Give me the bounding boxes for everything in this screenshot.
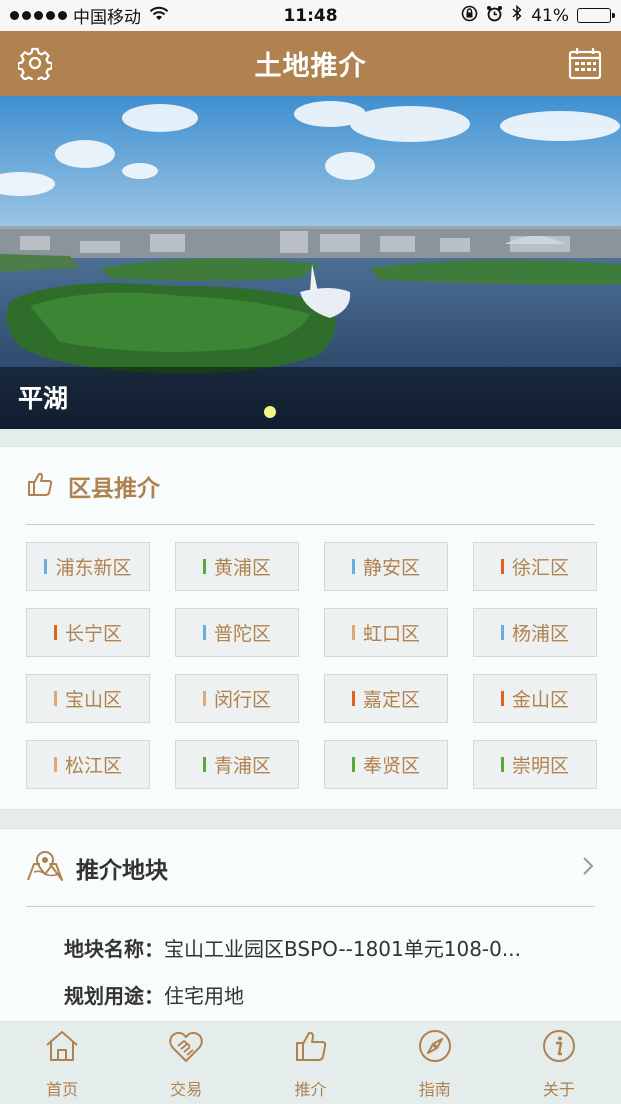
district-color-marker	[351, 559, 355, 574]
parcel-use-key: 规划用途：	[64, 984, 164, 1008]
district-button[interactable]: 青浦区	[175, 740, 299, 789]
district-button[interactable]: 杨浦区	[473, 608, 597, 657]
district-button[interactable]: 松江区	[26, 740, 150, 789]
district-section-title: 区县推介	[68, 475, 160, 502]
parcel-name-row[interactable]: 地块名称：宝山工业园区BSPO--1801单元108-0...	[64, 933, 521, 962]
district-button[interactable]: 长宁区	[26, 608, 150, 657]
district-color-marker	[351, 625, 355, 640]
parcel-section-header[interactable]: 推介地块	[26, 829, 595, 907]
district-color-marker	[500, 559, 504, 574]
district-color-marker	[202, 559, 206, 574]
district-color-marker	[202, 757, 206, 772]
tab-guide[interactable]: 指南	[373, 1022, 497, 1104]
parcel-name-key: 地块名称：	[64, 937, 164, 961]
district-label: 奉贤区	[362, 755, 420, 777]
nav-bar: 土地推介	[0, 31, 621, 96]
tab-about[interactable]: 关于	[497, 1022, 621, 1104]
district-label: 青浦区	[213, 755, 271, 777]
home-icon	[44, 1028, 80, 1068]
district-label: 黄浦区	[213, 557, 271, 579]
district-label: 宝山区	[64, 689, 122, 711]
district-label: 杨浦区	[511, 623, 569, 645]
district-color-marker	[53, 625, 57, 640]
compass-icon	[417, 1028, 453, 1068]
alarm-icon	[486, 5, 503, 27]
district-label: 长宁区	[64, 623, 122, 645]
district-button[interactable]: 金山区	[473, 674, 597, 723]
district-button[interactable]: 崇明区	[473, 740, 597, 789]
district-button[interactable]: 嘉定区	[324, 674, 448, 723]
parcel-section-title: 推介地块	[76, 857, 168, 884]
gear-icon[interactable]	[17, 45, 53, 81]
district-grid: 浦东新区 黄浦区 静安区 徐汇区长宁区 普陀区 虹口区 杨浦区宝山区 闵行区 嘉定区 金山区松江区…	[26, 542, 597, 789]
district-button[interactable]: 静安区	[324, 542, 448, 591]
tab-trade-label: 交易	[170, 1080, 203, 1099]
parcel-section: 推介地块 地块名称：宝山工业园区BSPO--1801单元108-0... 规划用…	[0, 828, 621, 1022]
battery-percent: 41%	[531, 5, 569, 26]
district-label: 闵行区	[213, 689, 271, 711]
thumbs-up-icon	[293, 1028, 329, 1068]
district-label: 嘉定区	[362, 689, 420, 711]
handshake-icon	[168, 1028, 204, 1068]
banner-caption: 平湖	[18, 384, 69, 413]
district-color-marker	[500, 691, 504, 706]
district-color-marker	[53, 691, 57, 706]
district-section: 区县推介 浦东新区 黄浦区 静安区 徐汇区长宁区 普陀区 虹口区 杨浦区宝山区 闵行区 嘉定区 金…	[0, 446, 621, 810]
tab-trade[interactable]: 交易	[124, 1022, 248, 1104]
tab-about-label: 关于	[542, 1080, 575, 1099]
district-label: 静安区	[362, 557, 420, 579]
tab-guide-label: 指南	[418, 1080, 451, 1099]
carrier-name: 中国移动	[73, 8, 141, 28]
district-button[interactable]: 黄浦区	[175, 542, 299, 591]
calendar-icon[interactable]	[567, 45, 603, 81]
district-button[interactable]: 徐汇区	[473, 542, 597, 591]
district-button[interactable]: 普陀区	[175, 608, 299, 657]
info-icon	[541, 1028, 577, 1068]
district-color-marker	[44, 559, 48, 574]
district-button[interactable]: 浦东新区	[26, 542, 150, 591]
status-bar: 中国移动 11:48 41%	[0, 0, 621, 31]
district-label: 崇明区	[511, 755, 569, 777]
tab-recommend[interactable]: 推介	[248, 1022, 372, 1104]
district-button[interactable]: 宝山区	[26, 674, 150, 723]
district-label: 浦东新区	[55, 557, 132, 579]
district-button[interactable]: 奉贤区	[324, 740, 448, 789]
district-color-marker	[500, 757, 504, 772]
parcel-use-value: 住宅用地	[164, 984, 244, 1008]
district-label: 徐汇区	[511, 557, 569, 579]
district-section-header: 区县推介	[26, 447, 595, 525]
district-label: 松江区	[64, 755, 122, 777]
district-label: 普陀区	[213, 623, 271, 645]
tab-home-label: 首页	[46, 1080, 79, 1099]
wifi-icon	[149, 6, 169, 25]
district-button[interactable]: 虹口区	[324, 608, 448, 657]
district-color-marker	[500, 625, 504, 640]
tab-bar: 首页 交易 推介 指南 关于	[0, 1022, 621, 1104]
district-color-marker	[53, 757, 57, 772]
chevron-right-icon[interactable]	[581, 855, 595, 881]
district-label: 虹口区	[362, 623, 420, 645]
orientation-lock-icon	[461, 5, 478, 27]
map-pin-icon	[26, 850, 64, 886]
district-color-marker	[202, 691, 206, 706]
banner-carousel[interactable]: 平湖	[0, 96, 621, 429]
district-button[interactable]: 闵行区	[175, 674, 299, 723]
parcel-name-value: 宝山工业园区BSPO--1801单元108-0...	[164, 937, 521, 961]
bluetooth-icon	[511, 4, 523, 27]
district-color-marker	[351, 691, 355, 706]
thumbs-up-icon	[26, 470, 54, 502]
page-title: 土地推介	[254, 51, 367, 82]
tab-home[interactable]: 首页	[0, 1022, 124, 1104]
carousel-page-indicator[interactable]	[264, 406, 276, 418]
signal-strength-icon	[10, 11, 67, 20]
parcel-use-row[interactable]: 规划用途：住宅用地	[64, 980, 244, 1009]
battery-icon	[577, 8, 615, 23]
district-color-marker	[351, 757, 355, 772]
banner-caption-overlay	[0, 367, 621, 429]
tab-recommend-label: 推介	[294, 1080, 327, 1099]
district-label: 金山区	[511, 689, 569, 711]
district-color-marker	[202, 625, 206, 640]
